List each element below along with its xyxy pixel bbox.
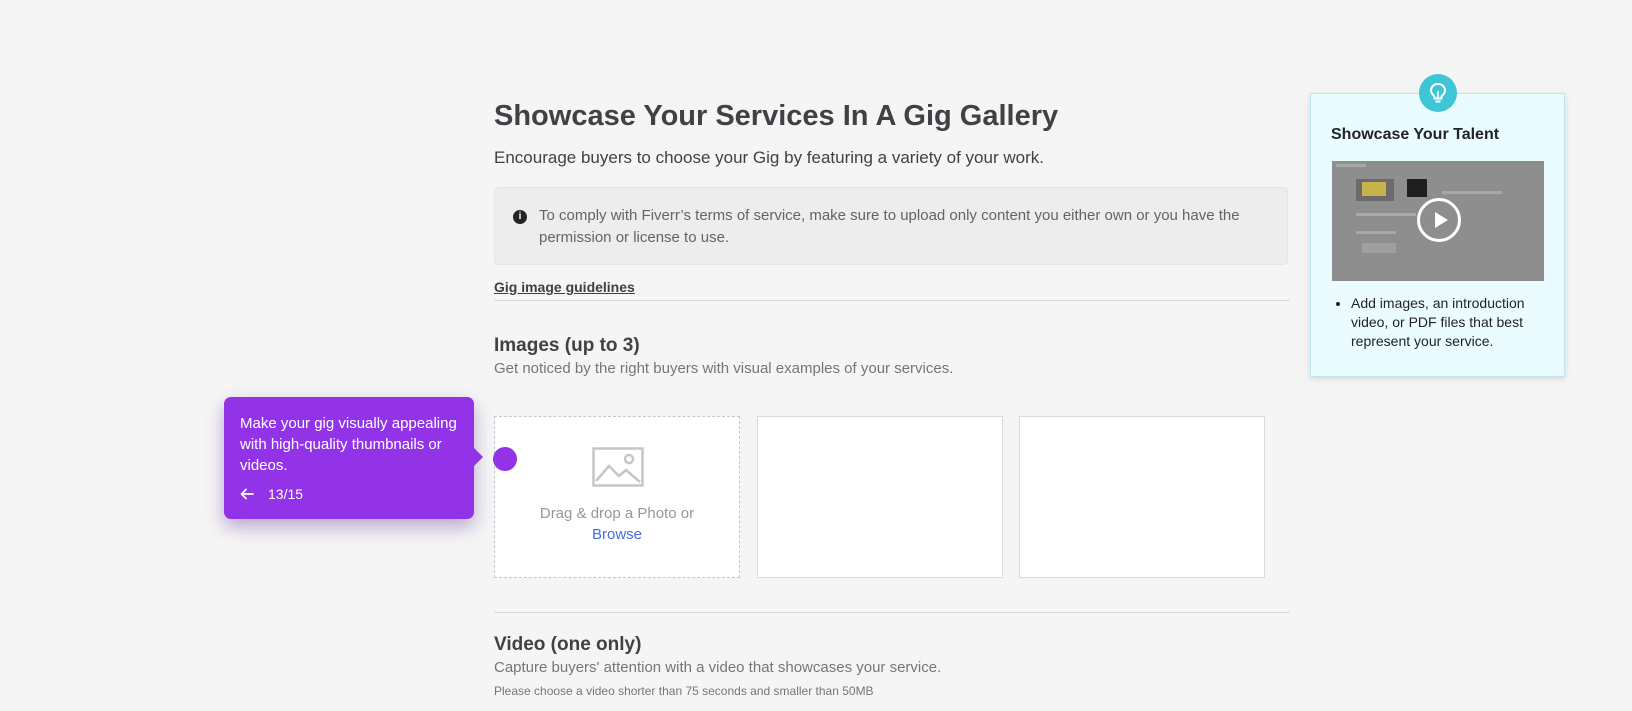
image-dropzone-1[interactable]: Drag & drop a Photo or Browse [494,416,740,578]
info-icon: i [513,210,527,224]
images-section-title: Images (up to 3) [494,335,640,356]
lightbulb-icon [1419,74,1457,112]
back-arrow-icon[interactable] [240,488,254,500]
tips-panel: Showcase Your Talent Add images, an intr… [1310,93,1565,377]
divider [494,612,1290,613]
page-title: Showcase Your Services In A Gig Gallery [494,100,1059,132]
page-subtitle: Encourage buyers to choose your Gig by f… [494,148,1044,167]
tips-list: Add images, an introduction video, or PD… [1331,294,1556,351]
tooltip-text: Make your gig visually appealing with hi… [240,415,457,474]
tour-hotspot[interactable] [493,447,517,471]
tour-step-counter: 13/15 [268,486,304,502]
intro-video-thumbnail[interactable] [1332,161,1544,281]
video-section-title: Video (one only) [494,634,642,655]
gig-image-guidelines-link[interactable]: Gig image guidelines [494,279,635,295]
dropzone-text: Drag & drop a Photo or [539,505,695,522]
notice-text: To comply with Fiverr’s terms of service… [539,207,1240,246]
image-slot-3[interactable] [1019,416,1265,578]
tip-item: Add images, an introduction video, or PD… [1351,294,1556,351]
play-icon[interactable] [1417,198,1461,242]
video-section-desc: Capture buyers' attention with a video t… [494,659,942,676]
guide-tooltip: Make your gig visually appealing with hi… [224,397,483,519]
video-size-note: Please choose a video shorter than 75 se… [494,684,874,698]
photo-icon [592,447,644,487]
images-section-desc: Get noticed by the right buyers with vis… [494,360,954,377]
browse-link[interactable]: Browse [495,524,739,545]
terms-notice: i To comply with Fiverr’s terms of servi… [494,187,1288,265]
image-slot-2[interactable] [757,416,1003,578]
divider [494,300,1290,301]
panel-title: Showcase Your Talent [1331,126,1500,143]
